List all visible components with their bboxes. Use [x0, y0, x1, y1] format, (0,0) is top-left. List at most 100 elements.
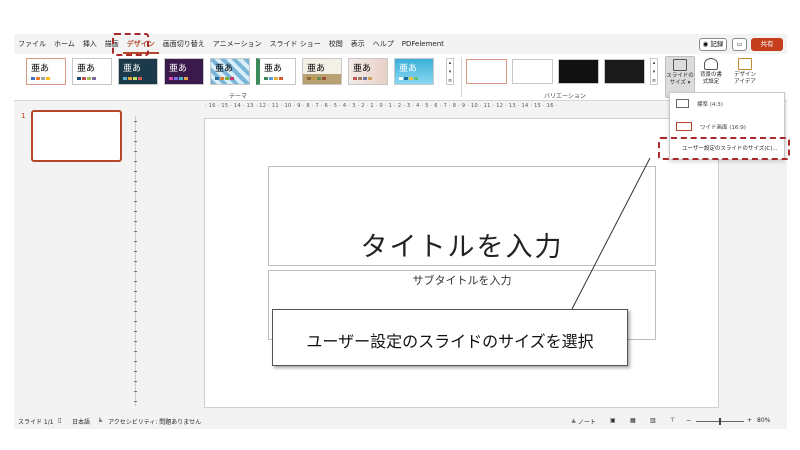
normal-view-icon[interactable]: ▣ — [610, 417, 616, 424]
format-background-icon — [704, 58, 718, 70]
accessibility-status[interactable]: アクセシビリティ: 問題ありません — [108, 417, 201, 426]
theme-sample-text: 亜あ — [353, 64, 372, 74]
designer-label-line2: アイデア — [734, 79, 756, 85]
theme-sample-text: 亜あ — [123, 64, 142, 74]
format-background-label-line1: 背景の書 — [699, 72, 722, 78]
notes-page-icon[interactable]: ▯ — [58, 417, 61, 424]
tab-animations[interactable]: アニメーション — [209, 34, 266, 54]
format-background-label-line2: 式設定 — [702, 79, 720, 85]
theme-7[interactable]: 亜あ — [302, 58, 342, 85]
ruler-tick — [134, 161, 137, 162]
variation-1[interactable] — [466, 59, 507, 84]
slide-size-icon — [673, 59, 687, 71]
ruler-tick — [134, 191, 137, 192]
tab-pdfelement[interactable]: PDFelement — [398, 34, 448, 54]
theme-3[interactable]: 亜あ — [118, 58, 158, 85]
ruler-tick — [134, 341, 137, 342]
ruler-tick — [134, 141, 137, 142]
zoom-in-icon[interactable]: + — [747, 417, 752, 424]
tab-slideshow[interactable]: スライド ショー — [266, 34, 325, 54]
tab-insert[interactable]: 挿入 — [79, 34, 101, 54]
ruler-tick — [134, 261, 137, 262]
status-bar: スライド 1/1 ▯ 日本語 ♿ アクセシビリティ: 問題ありません ≜ ノート… — [14, 415, 787, 429]
ruler-tick — [134, 381, 137, 382]
ruler-tick — [134, 331, 137, 332]
variation-gallery-scroll[interactable]: ▴ ▾ ≡ — [650, 58, 658, 85]
tab-file[interactable]: ファイル — [14, 34, 50, 54]
slide-size-label-line1: スライドの — [666, 73, 694, 79]
slide-size-standard-label: 標準 (4:3) — [697, 101, 723, 108]
ruler-tick — [134, 391, 137, 392]
language-indicator[interactable]: 日本語 — [72, 417, 90, 426]
ruler-tick — [134, 181, 137, 182]
slide-size-standard[interactable]: 標準 (4:3) — [676, 99, 723, 108]
ruler-tick — [134, 251, 137, 252]
theme-4[interactable]: 亜あ — [164, 58, 204, 85]
annotation-text: ユーザー設定のスライドのサイズを選択 — [306, 332, 594, 351]
theme-gallery-scroll[interactable]: ▴ ▾ ≡ — [446, 58, 454, 85]
theme-5[interactable]: 亜あ — [210, 58, 250, 85]
theme-sample-text: 亜あ — [264, 64, 283, 74]
theme-sample-text: 亜あ — [169, 64, 188, 74]
ruler-tick — [134, 121, 137, 122]
slide-sorter-icon[interactable]: ▦ — [630, 417, 636, 424]
zoom-out-icon[interactable]: − — [686, 417, 691, 424]
variation-group-label: バリエーション — [544, 93, 586, 100]
tab-home[interactable]: ホーム — [50, 34, 79, 54]
title-placeholder[interactable]: タイトルを入力 — [268, 166, 656, 266]
custom-size-highlight — [658, 137, 790, 160]
theme-9[interactable]: 亜あ — [394, 58, 434, 85]
ruler-tick — [134, 361, 137, 362]
notes-button[interactable]: ≜ ノート — [571, 417, 596, 426]
slide-size-label-line2: サイズ ▾ — [669, 80, 691, 86]
theme-8[interactable]: 亜あ — [348, 58, 388, 85]
slide-size-widescreen[interactable]: ワイド画面 (16:9) — [676, 122, 746, 131]
slide-thumbnail[interactable] — [31, 110, 122, 162]
tab-review[interactable]: 校閲 — [325, 34, 347, 54]
theme-sample-text: 亜あ — [215, 64, 234, 74]
ruler-tick — [134, 401, 137, 402]
powerpoint-window: ファイル ホーム 挿入 描画 デザイン 画面切り替え アニメーション スライド … — [14, 34, 787, 429]
ruler-tick — [134, 171, 137, 172]
theme-sample-text: 亜あ — [307, 64, 326, 74]
zoom-level[interactable]: 80% — [757, 417, 770, 424]
ruler-tick — [134, 201, 137, 202]
ruler-tick — [134, 131, 137, 132]
standard-size-icon — [676, 99, 689, 108]
slide-counter: スライド 1/1 — [18, 419, 54, 426]
tab-help[interactable]: ヘルプ — [369, 34, 398, 54]
designer-label-line1: デザイン — [733, 72, 756, 78]
slide-number: 1 — [21, 112, 26, 120]
ruler-tick — [134, 371, 137, 372]
tab-view[interactable]: 表示 — [347, 34, 369, 54]
slideshow-icon[interactable]: ⊤ — [670, 417, 675, 424]
zoom-slider-thumb[interactable] — [719, 418, 721, 425]
ruler-tick — [134, 221, 137, 222]
ruler-tick — [134, 311, 137, 312]
reading-view-icon[interactable]: ▥ — [650, 417, 656, 424]
ruler-tick — [134, 301, 137, 302]
variation-2[interactable] — [512, 59, 553, 84]
ruler-tick — [134, 241, 137, 242]
ruler-tick — [134, 211, 137, 212]
ruler-tick — [134, 151, 137, 152]
theme-office[interactable]: 亜あ — [26, 58, 66, 85]
horizontal-ruler: · 16 · 15 · 14 · 13 · 12 · 11 · 10 · 9 ·… — [205, 103, 558, 109]
theme-6[interactable]: 亜あ — [256, 58, 296, 85]
theme-2[interactable]: 亜あ — [72, 58, 112, 85]
comment-button[interactable]: ▭ — [732, 38, 747, 51]
record-button[interactable]: ◉ 記録 — [699, 38, 727, 51]
theme-sample-text: 亜あ — [77, 64, 96, 74]
ruler-tick — [134, 231, 137, 232]
design-tab-highlight — [112, 33, 149, 56]
slide-size-widescreen-label: ワイド画面 (16:9) — [700, 124, 746, 131]
title-placeholder-text: タイトルを入力 — [360, 232, 564, 263]
share-button[interactable]: 共有 — [751, 38, 783, 51]
tab-transitions[interactable]: 画面切り替え — [159, 34, 209, 54]
variation-4[interactable] — [604, 59, 645, 84]
accessibility-icon: ♿ — [98, 417, 104, 424]
ruler-tick — [134, 281, 137, 282]
variation-3[interactable] — [558, 59, 599, 84]
group-separator — [461, 57, 462, 97]
ruler-tick — [134, 291, 137, 292]
